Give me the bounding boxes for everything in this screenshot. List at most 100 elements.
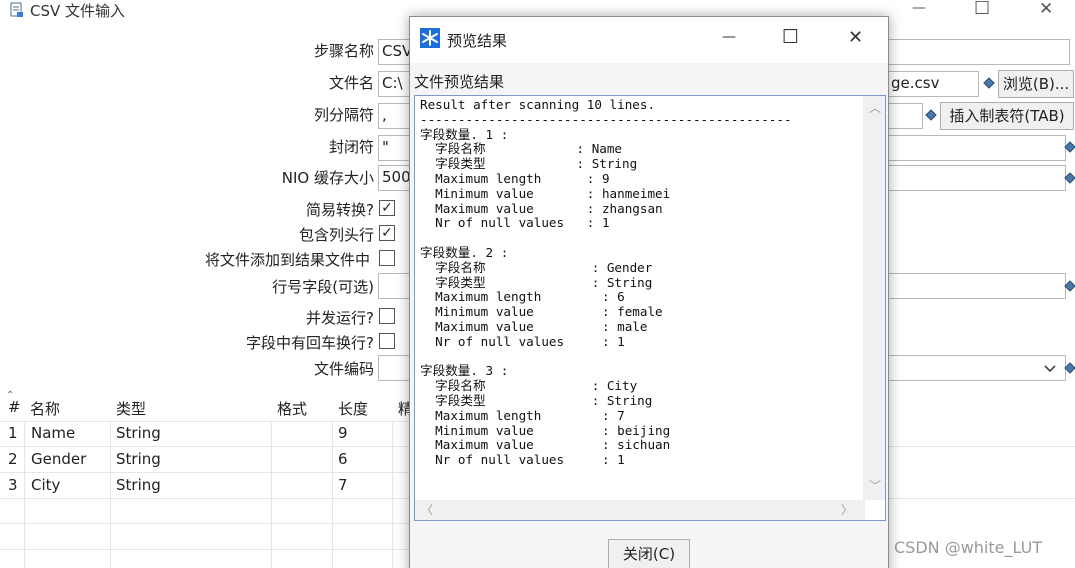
preview-result-line: Nr of null values : 1 <box>420 215 610 231</box>
parallel-label: 并发运行? <box>306 309 374 327</box>
preview-result-line: Nr of null values : 1 <box>420 452 625 468</box>
preview-result-line: Minimum value : female <box>420 304 663 320</box>
row-number-field-right[interactable] <box>880 273 1066 299</box>
nio-buffer-label: NIO 缓存大小 <box>281 169 374 187</box>
browse-button[interactable]: 浏览(B)... <box>998 70 1074 98</box>
grid-col-divider <box>110 421 111 568</box>
enclosure-label: 封闭符 <box>328 138 374 156</box>
table-row-length[interactable]: 7 <box>338 476 348 494</box>
dialog-title: 预览结果 <box>447 32 508 50</box>
grid-divider <box>889 446 1075 447</box>
grid-divider <box>0 472 409 473</box>
preview-result-line: 字段名称 : City <box>420 378 638 394</box>
preview-result-line: Maximum value : male <box>420 318 648 334</box>
preview-result-line: ----------------------------------------… <box>420 111 792 127</box>
row-number-label: 行号字段(可选) <box>272 278 374 296</box>
lazy-conversion-label: 简易转换? <box>306 201 374 219</box>
table-row-type[interactable]: String <box>116 476 161 494</box>
scroll-up-icon[interactable]: ︿ <box>869 102 881 114</box>
file-preview-label: 文件预览结果 <box>414 73 505 91</box>
preview-result-line: 字段类型 : String <box>420 392 653 408</box>
preview-dialog: 预览结果 — ☐ ✕ 文件预览结果 Result after scanning … <box>409 16 889 568</box>
grid-header-name[interactable]: 名称 <box>30 398 60 419</box>
preview-result-textarea[interactable]: Result after scanning 10 lines. ---------… <box>414 95 886 521</box>
window-close-button[interactable]: ✕ <box>1039 0 1053 19</box>
table-row-type[interactable]: String <box>116 450 161 468</box>
add-to-result-checkbox[interactable] <box>379 250 395 266</box>
table-row-num: 3 <box>8 476 18 494</box>
newline-label: 字段中有回车换行? <box>246 334 374 352</box>
step-name-field-right[interactable] <box>880 39 1070 65</box>
dialog-app-icon <box>420 28 440 48</box>
window-maximize-button[interactable]: ☐ <box>974 0 990 19</box>
preview-result-line: Maximum value : zhangsan <box>420 200 663 216</box>
close-dialog-button[interactable]: 关闭(C) <box>608 539 690 568</box>
preview-result-line <box>420 231 792 246</box>
dialog-close-button[interactable]: ✕ <box>848 27 863 48</box>
table-row-name[interactable]: City <box>31 476 60 494</box>
horizontal-scrollbar[interactable]: 〈 〉 <box>415 500 865 520</box>
grid-header-format[interactable]: 格式 <box>277 398 307 419</box>
preview-result-line: Nr of null values : 1 <box>420 333 625 349</box>
window-minimize-button[interactable]: — <box>912 0 926 16</box>
table-row-length[interactable]: 6 <box>338 450 348 468</box>
preview-result-line: Maximum length : 9 <box>420 170 610 186</box>
preview-result-line: Maximum value : sichuan <box>420 437 671 453</box>
parallel-checkbox[interactable] <box>379 308 395 324</box>
table-row-name[interactable]: Gender <box>31 450 86 468</box>
preview-result-line: Maximum length : 6 <box>420 289 625 305</box>
dialog-minimize-button[interactable]: — <box>722 29 736 45</box>
preview-result-line: 字段名称 : Name <box>420 141 623 157</box>
watermark-text: CSDN @white_LUT <box>894 538 1043 557</box>
header-row-label: 包含列头行 <box>298 226 374 244</box>
file-name-field-right[interactable]: ge.csv <box>880 71 979 97</box>
preview-result-line: Maximum length : 7 <box>420 407 625 423</box>
grid-divider <box>0 549 409 550</box>
preview-result-line: 字段数量. 2 : <box>420 244 509 260</box>
encoding-field-right[interactable] <box>880 355 1066 381</box>
table-row-name[interactable]: Name <box>31 424 75 442</box>
step-name-label: 步骤名称 <box>313 42 374 60</box>
chevron-down-icon[interactable] <box>1043 361 1057 373</box>
grid-divider <box>0 421 409 422</box>
scroll-left-icon[interactable]: 〈 <box>421 504 433 516</box>
lazy-conversion-checkbox[interactable]: ✓ <box>379 200 395 216</box>
nio-buffer-field-right[interactable] <box>880 165 1066 191</box>
add-to-result-label: 将文件添加到结果文件中 <box>204 251 370 269</box>
table-row-type[interactable]: String <box>116 424 161 442</box>
grid-col-divider <box>392 421 393 568</box>
grid-col-divider <box>271 421 272 568</box>
table-row-num: 2 <box>8 450 18 468</box>
grid-divider <box>0 523 409 524</box>
grid-header-length[interactable]: 长度 <box>338 398 368 419</box>
scroll-down-icon[interactable]: ﹀ <box>869 480 881 492</box>
grid-col-divider <box>24 421 25 568</box>
grid-col-divider <box>332 421 333 568</box>
grid-divider <box>0 498 409 499</box>
window-title: CSV 文件输入 <box>30 2 126 20</box>
window-icon <box>10 2 24 18</box>
preview-result-line: 字段类型 : String <box>420 274 653 290</box>
enclosure-field-right[interactable] <box>880 135 1066 161</box>
file-name-variable-icon <box>983 77 995 89</box>
preview-result-line: Minimum value : hanmeimei <box>420 185 671 201</box>
encoding-label: 文件编码 <box>313 360 374 378</box>
preview-result-line: Result after scanning 10 lines. <box>420 97 656 112</box>
dialog-maximize-button[interactable]: ☐ <box>782 26 799 48</box>
table-row-num: 1 <box>8 424 18 442</box>
grid-divider <box>889 498 1075 499</box>
newline-checkbox[interactable] <box>379 333 395 349</box>
preview-result-line: 字段名称 : Gender <box>420 259 653 275</box>
delimiter-label: 列分隔符 <box>313 106 374 124</box>
table-row-length[interactable]: 9 <box>338 424 348 442</box>
delimiter-variable-icon <box>925 109 937 121</box>
scroll-right-icon[interactable]: 〉 <box>841 504 853 516</box>
header-row-checkbox[interactable]: ✓ <box>379 225 395 241</box>
preview-result-line: Minimum value : beijing <box>420 422 671 438</box>
vertical-scrollbar[interactable]: ︿ ﹀ <box>863 96 885 500</box>
file-name-label: 文件名 <box>328 74 374 92</box>
insert-tab-button[interactable]: 插入制表符(TAB) <box>940 102 1074 130</box>
grid-header-type[interactable]: 类型 <box>116 398 146 419</box>
preview-result-line: 字段数量. 3 : <box>420 363 509 379</box>
dialog-title-bar[interactable]: 预览结果 — ☐ ✕ <box>410 17 888 63</box>
